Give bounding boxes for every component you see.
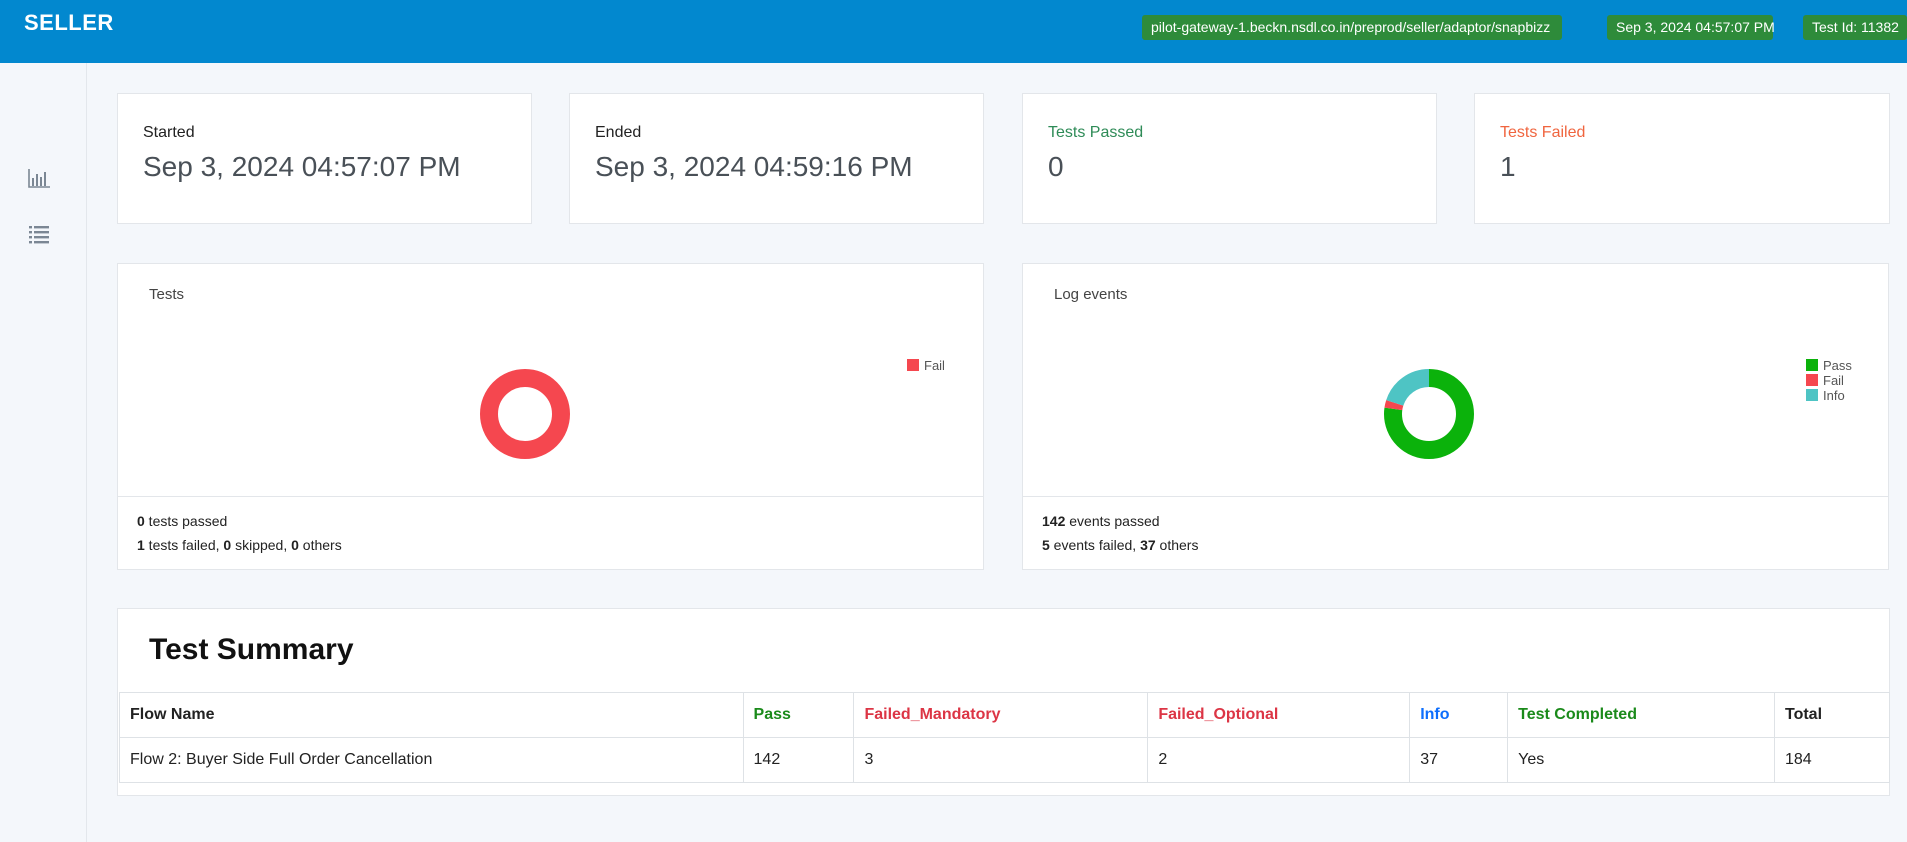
events-passed-summary: 142 events passed bbox=[1042, 513, 1160, 529]
tests-chart-panel: Tests Fail 0 tests passed 1 tests failed… bbox=[117, 263, 984, 570]
tests-passed-card: Tests Passed 0 bbox=[1022, 93, 1437, 224]
sidebar bbox=[0, 63, 87, 842]
cell-info: 37 bbox=[1409, 737, 1509, 783]
brand-title: SELLER bbox=[24, 10, 114, 35]
cell-failed-mandatory: 3 bbox=[853, 737, 1149, 783]
test-summary-title: Test Summary bbox=[149, 633, 354, 666]
col-total: Total bbox=[1773, 692, 1891, 738]
bar-chart-icon[interactable] bbox=[27, 167, 51, 189]
donut-slice-fail bbox=[480, 369, 570, 459]
cell-test-completed: Yes bbox=[1507, 737, 1775, 783]
run-date-badge: Sep 3, 2024 04:57:07 PM bbox=[1607, 15, 1775, 40]
legend-item-pass: Pass bbox=[1806, 358, 1852, 373]
cell-total: 184 bbox=[1773, 737, 1891, 783]
ended-value: Sep 3, 2024 04:59:16 PM bbox=[595, 151, 913, 182]
log-panel-divider bbox=[1023, 496, 1888, 497]
tests-chart-title: Tests bbox=[149, 286, 185, 303]
legend-label: Pass bbox=[1823, 358, 1852, 373]
started-value: Sep 3, 2024 04:57:07 PM bbox=[143, 151, 461, 182]
legend-swatch bbox=[1806, 389, 1818, 401]
legend-swatch bbox=[1806, 359, 1818, 371]
cell-failed-optional: 2 bbox=[1147, 737, 1411, 783]
test-summary-table: Flow Name Pass Failed_Mandatory Failed_O… bbox=[119, 692, 1891, 783]
table-row: Flow 2: Buyer Side Full Order Cancellati… bbox=[119, 737, 1891, 783]
legend-item-fail: Fail bbox=[1806, 373, 1852, 388]
log-events-chart-panel: Log events Pass Fail Info 142 events passe… bbox=[1022, 263, 1889, 570]
legend-swatch bbox=[907, 359, 919, 371]
col-pass: Pass bbox=[742, 692, 855, 738]
endpoint-url-badge: pilot-gateway-1.beckn.nsdl.co.in/preprod… bbox=[1142, 15, 1562, 40]
tests-passed-label: Tests Passed bbox=[1048, 124, 1144, 141]
tests-passed-summary: 0 tests passed bbox=[137, 513, 228, 529]
tests-failed-card: Tests Failed 1 bbox=[1474, 93, 1890, 224]
tests-chart-legend: Fail bbox=[907, 358, 945, 373]
log-events-chart-legend: Pass Fail Info bbox=[1806, 358, 1852, 403]
tests-panel-divider bbox=[118, 496, 983, 497]
legend-item-fail: Fail bbox=[907, 358, 945, 373]
legend-item-info: Info bbox=[1806, 388, 1852, 403]
col-info: Info bbox=[1409, 692, 1509, 738]
tests-failed-label: Tests Failed bbox=[1500, 124, 1586, 141]
tests-failed-summary: 1 tests failed, 0 skipped, 0 others bbox=[137, 537, 342, 553]
events-failed-summary: 5 events failed, 37 others bbox=[1042, 537, 1199, 553]
cell-flow-name: Flow 2: Buyer Side Full Order Cancellati… bbox=[119, 737, 744, 783]
ended-card: Ended Sep 3, 2024 04:59:16 PM bbox=[569, 93, 984, 224]
tests-passed-value: 0 bbox=[1048, 151, 1064, 182]
legend-label: Info bbox=[1823, 388, 1845, 403]
top-bar: SELLER pilot-gateway-1.beckn.nsdl.co.in/… bbox=[0, 0, 1907, 63]
started-label: Started bbox=[143, 124, 195, 141]
cell-pass: 142 bbox=[742, 737, 855, 783]
col-test-completed: Test Completed bbox=[1507, 692, 1775, 738]
col-flow-name: Flow Name bbox=[119, 692, 744, 738]
legend-label: Fail bbox=[1823, 373, 1844, 388]
col-failed-optional: Failed_Optional bbox=[1147, 692, 1411, 738]
tests-donut-chart bbox=[480, 369, 570, 459]
ended-label: Ended bbox=[595, 124, 642, 141]
legend-label: Fail bbox=[924, 358, 945, 373]
log-events-donut-chart bbox=[1384, 369, 1474, 459]
tests-failed-value: 1 bbox=[1500, 151, 1516, 182]
list-icon[interactable] bbox=[27, 223, 51, 245]
started-card: Started Sep 3, 2024 04:57:07 PM bbox=[117, 93, 532, 224]
test-summary-card: Test Summary Flow Name Pass Failed_Manda… bbox=[117, 608, 1891, 796]
test-id-badge: Test Id: 11382 bbox=[1803, 15, 1907, 40]
legend-swatch bbox=[1806, 374, 1818, 386]
table-header-row: Flow Name Pass Failed_Mandatory Failed_O… bbox=[119, 692, 1891, 738]
log-events-chart-title: Log events bbox=[1054, 286, 1128, 303]
col-failed-mandatory: Failed_Mandatory bbox=[853, 692, 1149, 738]
